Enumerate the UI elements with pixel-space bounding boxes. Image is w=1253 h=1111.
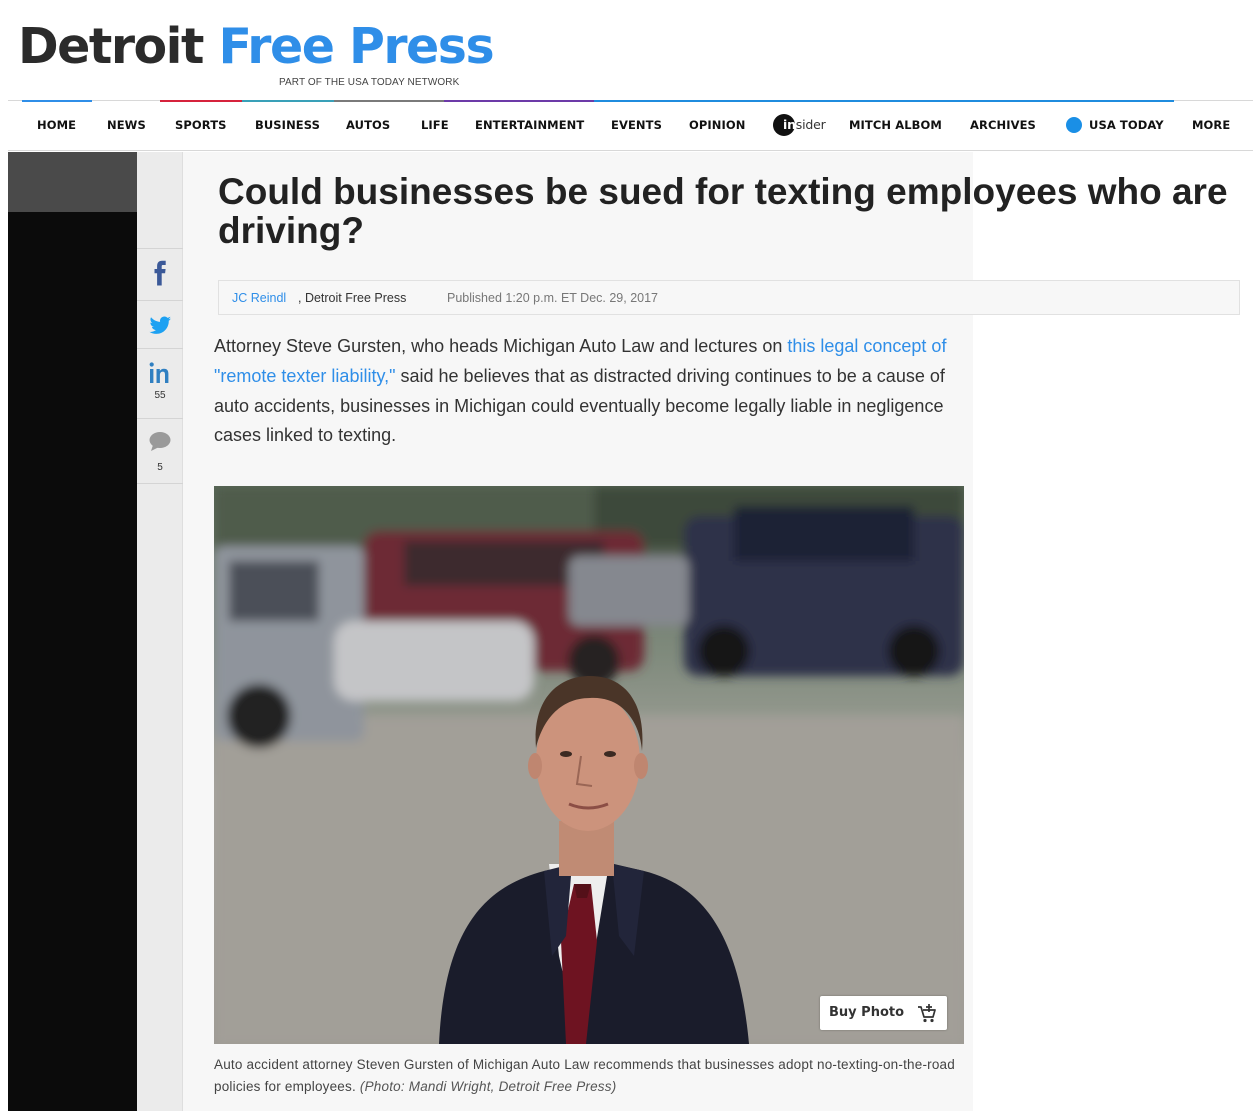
comment-icon <box>149 432 171 451</box>
linkedin-share-button[interactable]: 55 <box>137 348 183 418</box>
nav-business[interactable]: BUSINESS <box>255 118 320 132</box>
twitter-icon <box>149 316 171 334</box>
nav-news[interactable]: NEWS <box>107 118 146 132</box>
nav-insider[interactable]: insider <box>783 117 826 132</box>
nav-accent-home <box>22 100 92 102</box>
nav-accent-business <box>242 100 334 102</box>
left-dark-rail <box>8 152 137 1111</box>
byline-outlet: , Detroit Free Press <box>298 291 407 305</box>
nav-usa-today[interactable]: USA TODAY <box>1089 118 1164 132</box>
usa-today-dot-icon <box>1066 117 1082 133</box>
published-date: Published 1:20 p.m. ET Dec. 29, 2017 <box>447 291 659 305</box>
author-link[interactable]: JC Reindl <box>232 291 286 305</box>
linkedin-icon <box>149 362 169 383</box>
masthead: Detroit Free Press PART OF THE USA TODAY… <box>0 0 1253 100</box>
insider-prefix: in <box>783 117 796 132</box>
share-rail: 55 5 <box>137 152 183 1111</box>
twitter-share-button[interactable] <box>137 300 183 348</box>
linkedin-count: 55 <box>154 390 166 401</box>
facebook-icon <box>154 260 166 286</box>
nav-accent-autos <box>334 100 444 102</box>
logo-free-press: Free Press <box>218 18 494 75</box>
nav-life[interactable]: LIFE <box>421 118 449 132</box>
article-photo[interactable] <box>214 486 964 1044</box>
nav-more[interactable]: MORE <box>1192 118 1230 132</box>
comments-count: 5 <box>157 462 163 473</box>
nav-autos[interactable]: AUTOS <box>346 118 390 132</box>
nav-accent-rest <box>594 100 1174 102</box>
network-tagline: PART OF THE USA TODAY NETWORK <box>279 77 460 88</box>
photo-image <box>214 486 964 1044</box>
comments-button[interactable]: 5 <box>137 418 183 484</box>
nav-mitch-albom[interactable]: MITCH ALBOM <box>849 118 942 132</box>
cart-icon <box>918 1004 936 1023</box>
nav-opinion[interactable]: OPINION <box>689 118 746 132</box>
facebook-share-button[interactable] <box>137 248 183 300</box>
left-rail-header <box>8 152 137 212</box>
paragraph-text-start: Attorney Steve Gursten, who heads Michig… <box>214 336 788 356</box>
nav-home[interactable]: HOME <box>37 118 76 132</box>
nav-sports[interactable]: SPORTS <box>175 118 227 132</box>
site-logo[interactable]: Detroit Free Press <box>18 22 495 71</box>
logo-detroit: Detroit <box>18 18 204 75</box>
main-nav: HOME NEWS SPORTS BUSINESS AUTOS LIFE ENT… <box>8 100 1253 151</box>
photo-caption: Auto accident attorney Steven Gursten of… <box>214 1054 966 1098</box>
photo-credit: (Photo: Mandi Wright, Detroit Free Press… <box>359 1079 617 1094</box>
nav-events[interactable]: EVENTS <box>611 118 662 132</box>
nav-accent-life <box>444 100 594 102</box>
nav-entertainment[interactable]: ENTERTAINMENT <box>475 118 584 132</box>
buy-photo-label: Buy Photo <box>829 1005 905 1020</box>
nav-accent-sports <box>160 100 242 102</box>
article-paragraph: Attorney Steve Gursten, who heads Michig… <box>214 332 969 451</box>
article-headline: Could businesses be sued for texting emp… <box>218 171 1228 251</box>
nav-archives[interactable]: ARCHIVES <box>970 118 1036 132</box>
buy-photo-button[interactable]: Buy Photo <box>820 996 947 1030</box>
insider-suffix: sider <box>795 117 826 132</box>
byline: JC Reindl , Detroit Free Press Published… <box>218 280 1240 315</box>
